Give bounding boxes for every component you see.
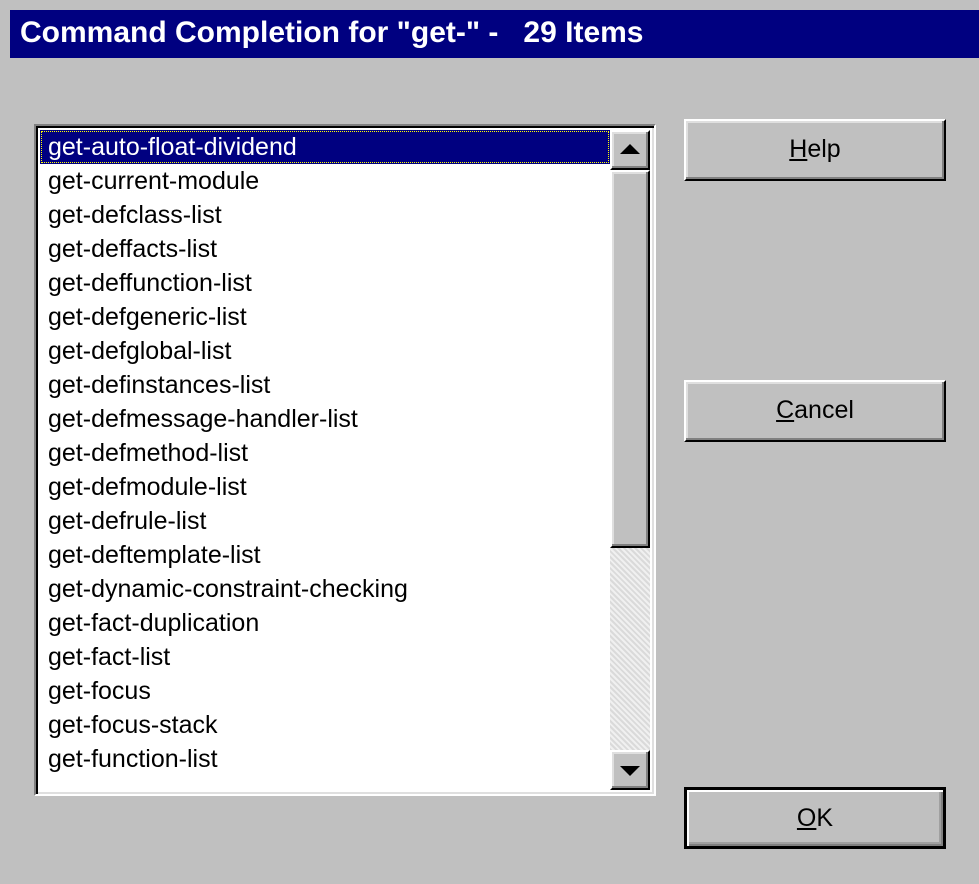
completion-list-items: get-auto-float-dividend get-current-modul…: [40, 130, 610, 790]
command-completion-dialog: Command Completion for "get-" - 29 Items…: [0, 0, 979, 884]
list-item[interactable]: get-deffunction-list: [40, 266, 610, 300]
list-item[interactable]: get-focus-stack: [40, 708, 610, 742]
list-item[interactable]: get-defmessage-handler-list: [40, 402, 610, 436]
list-item[interactable]: get-defrule-list: [40, 504, 610, 538]
list-item[interactable]: get-dynamic-constraint-checking: [40, 572, 610, 606]
completion-listbox[interactable]: get-auto-float-dividend get-current-modul…: [34, 124, 656, 796]
list-item[interactable]: get-fact-duplication: [40, 606, 610, 640]
list-item[interactable]: get-fact-list: [40, 640, 610, 674]
list-item[interactable]: get-definstances-list: [40, 368, 610, 402]
list-item[interactable]: get-deftemplate-list: [40, 538, 610, 572]
list-item[interactable]: get-current-module: [40, 164, 610, 198]
list-item[interactable]: get-defgeneric-list: [40, 300, 610, 334]
ok-button-label: K: [816, 804, 834, 832]
list-item[interactable]: get-defclass-list: [40, 198, 610, 232]
ok-button-mnemonic: O: [796, 804, 817, 832]
ok-button[interactable]: OK: [684, 787, 946, 849]
cancel-button[interactable]: Cancel: [684, 380, 946, 442]
help-button-mnemonic: H: [789, 135, 808, 163]
help-button-label: elp: [807, 135, 841, 163]
list-item[interactable]: get-auto-float-dividend: [40, 130, 610, 164]
list-item[interactable]: get-defglobal-list: [40, 334, 610, 368]
list-item[interactable]: get-defmodule-list: [40, 470, 610, 504]
vertical-scrollbar[interactable]: [610, 130, 650, 790]
help-button[interactable]: Help: [684, 119, 946, 181]
scrollbar-thumb[interactable]: [610, 170, 650, 548]
cancel-button-label: ancel: [794, 396, 854, 424]
title-bar: Command Completion for "get-" - 29 Items: [0, 0, 979, 58]
scroll-up-arrow-icon: [620, 144, 640, 154]
window-title: Command Completion for "get-" - 29 Items: [20, 16, 644, 49]
list-item[interactable]: get-deffacts-list: [40, 232, 610, 266]
scroll-down-button[interactable]: [610, 750, 650, 790]
list-item[interactable]: get-focus: [40, 674, 610, 708]
list-item[interactable]: get-function-list: [40, 742, 610, 776]
list-item[interactable]: get-defmethod-list: [40, 436, 610, 470]
scroll-up-button[interactable]: [610, 130, 650, 170]
scroll-down-arrow-icon: [620, 766, 640, 776]
cancel-button-mnemonic: C: [776, 396, 795, 424]
